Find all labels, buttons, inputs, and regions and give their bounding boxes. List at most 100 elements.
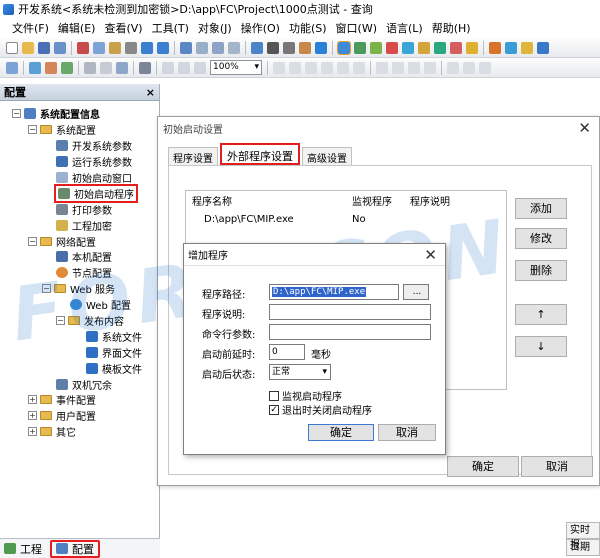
tree-node-events[interactable]: + 事件配置 xyxy=(0,392,159,408)
copy-icon[interactable] xyxy=(93,41,105,54)
desc-input[interactable] xyxy=(269,304,431,320)
run-icon[interactable] xyxy=(299,41,311,54)
delete-button[interactable]: 删除 xyxy=(515,260,567,281)
expand-icon[interactable]: + xyxy=(28,427,37,437)
modify-button[interactable]: 修改 xyxy=(515,228,567,249)
zoom-select[interactable]: 100% xyxy=(210,60,262,75)
menu-tools[interactable]: 工具(T) xyxy=(152,20,189,36)
sub-ok-button[interactable]: 确定 xyxy=(308,424,374,441)
expand-icon[interactable]: + xyxy=(28,395,37,405)
tab-advanced[interactable]: 高级设置 xyxy=(302,147,352,165)
dialog-ok-button[interactable]: 确定 xyxy=(447,456,519,477)
init-program-highlight[interactable]: 初始启动程序 xyxy=(54,183,138,203)
image-icon[interactable] xyxy=(61,61,73,74)
open-folder-icon[interactable] xyxy=(22,41,34,54)
menu-file[interactable]: 文件(F) xyxy=(12,20,49,36)
tree-node-init-program[interactable]: 初始启动程序 xyxy=(0,183,159,203)
tree-node-users[interactable]: + 用户配置 xyxy=(0,408,159,424)
align-middle-icon[interactable] xyxy=(337,61,349,74)
export-icon[interactable] xyxy=(196,41,208,54)
collapse-icon[interactable]: − xyxy=(12,109,21,119)
state-select[interactable]: 正常 ▾ xyxy=(269,364,331,380)
panel-close-icon[interactable]: × xyxy=(146,86,155,99)
args-input[interactable] xyxy=(269,324,431,340)
close-icon[interactable]: ✕ xyxy=(424,246,437,264)
menu-window[interactable]: 窗口(W) xyxy=(336,20,377,36)
menu-operate[interactable]: 操作(O) xyxy=(241,20,280,36)
chart-bar-icon[interactable] xyxy=(489,41,501,54)
chart-pie-icon[interactable] xyxy=(521,41,533,54)
redo-icon[interactable] xyxy=(157,41,169,54)
menu-edit[interactable]: 编辑(E) xyxy=(58,20,96,36)
tab-external-program[interactable]: 外部程序设置 xyxy=(220,143,300,165)
back-icon[interactable] xyxy=(463,61,475,74)
replace-icon[interactable] xyxy=(283,41,295,54)
close-on-exit-checkbox[interactable]: ✓ 退出时关闭启动程序 xyxy=(269,402,372,417)
align-center-icon[interactable] xyxy=(289,61,301,74)
tree-node-run-params[interactable]: 运行系统参数 xyxy=(0,154,159,170)
arrow-icon[interactable] xyxy=(6,61,18,74)
tool-icon[interactable] xyxy=(386,41,398,54)
layer-icon[interactable] xyxy=(29,61,41,74)
tree-node-nodes[interactable]: 节点配置 xyxy=(0,265,159,281)
tab-program-settings[interactable]: 程序设置 xyxy=(168,147,218,165)
find-icon[interactable] xyxy=(267,41,279,54)
collapse-icon[interactable]: − xyxy=(28,125,37,135)
tree-node-web-config[interactable]: Web 配置 xyxy=(0,297,159,313)
tree-node-other[interactable]: + 其它 xyxy=(0,424,159,440)
sub-cancel-button[interactable]: 取消 xyxy=(378,424,436,441)
tree-node-dev-params[interactable]: 开发系统参数 xyxy=(0,138,159,154)
tree-node-local[interactable]: 本机配置 xyxy=(0,249,159,265)
tree-node-publish[interactable]: − 发布内容 xyxy=(0,313,159,329)
zoom-out-icon[interactable] xyxy=(178,61,190,74)
chart-line-icon[interactable] xyxy=(505,41,517,54)
front-icon[interactable] xyxy=(447,61,459,74)
tree-node-redundancy[interactable]: 双机冗余 xyxy=(0,376,159,392)
print-icon[interactable] xyxy=(212,41,224,54)
collapse-icon[interactable]: − xyxy=(28,236,37,246)
align-right-icon[interactable] xyxy=(305,61,317,74)
text-icon[interactable] xyxy=(116,61,128,74)
undo-icon[interactable] xyxy=(141,41,153,54)
move-down-button[interactable]: ↓ xyxy=(515,336,567,357)
save-all-icon[interactable] xyxy=(54,41,66,54)
plugin-icon[interactable] xyxy=(370,41,382,54)
window-icon[interactable] xyxy=(315,41,327,54)
fill-icon[interactable] xyxy=(45,61,57,74)
report-icon[interactable] xyxy=(450,41,462,54)
paste-icon[interactable] xyxy=(109,41,121,54)
expand-icon[interactable]: + xyxy=(28,411,37,421)
align-top-icon[interactable] xyxy=(321,61,333,74)
compile-icon[interactable] xyxy=(251,41,263,54)
collapse-icon[interactable]: − xyxy=(42,284,51,294)
delay-input[interactable]: 0 xyxy=(269,344,305,360)
tree-node-encrypt[interactable]: 工程加密 xyxy=(0,217,159,233)
tree-node-template-file[interactable]: 模板文件 xyxy=(0,360,159,376)
table-icon[interactable] xyxy=(537,41,549,54)
lock-icon[interactable] xyxy=(479,61,491,74)
ungroup-icon[interactable] xyxy=(100,61,112,74)
checkbox-close-box[interactable]: ✓ xyxy=(269,404,279,415)
menu-help[interactable]: 帮助(H) xyxy=(432,20,471,36)
tree-node-sys-file[interactable]: 系统文件 xyxy=(0,328,159,344)
cut-icon[interactable] xyxy=(77,41,89,54)
globe-icon[interactable] xyxy=(402,41,414,54)
list-row[interactable]: D:\app\FC\MIP.exe No xyxy=(186,210,506,229)
config-icon[interactable] xyxy=(337,40,351,55)
tree-node-network[interactable]: − 网络配置 xyxy=(0,233,159,249)
grid-icon[interactable] xyxy=(228,41,240,54)
distribute-v-icon[interactable] xyxy=(392,61,404,74)
tree-node-print[interactable]: 打印参数 xyxy=(0,201,159,217)
tab-project[interactable]: 工程 xyxy=(0,540,46,558)
distribute-h-icon[interactable] xyxy=(376,61,388,74)
collapse-icon[interactable]: − xyxy=(56,316,65,326)
monitor-checkbox[interactable]: 监视启动程序 xyxy=(269,388,342,403)
users-icon[interactable] xyxy=(418,41,430,54)
dialog-cancel-button[interactable]: 取消 xyxy=(521,456,593,477)
tree-node-web[interactable]: − Web 服务 xyxy=(0,281,159,297)
path-input[interactable]: D:\app\FC\MIP.exe xyxy=(269,284,399,300)
menu-view[interactable]: 查看(V) xyxy=(104,20,142,36)
move-up-button[interactable]: ↑ xyxy=(515,304,567,325)
tree-node-root[interactable]: − 系统配置信息 xyxy=(0,106,159,122)
checkbox-monitor-box[interactable] xyxy=(269,390,279,401)
